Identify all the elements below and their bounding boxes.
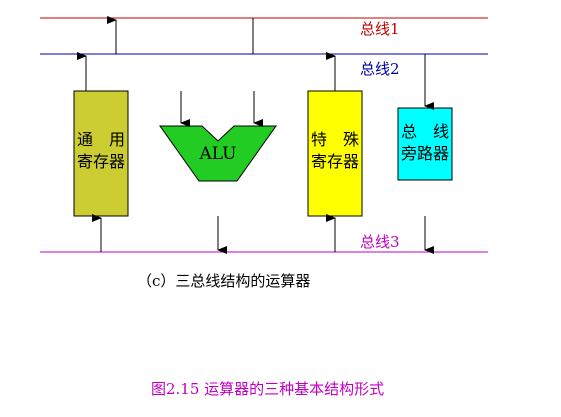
general-registers-label-line-2: 寄存器: [76, 152, 125, 171]
subcaption: （c）三总线结构的运算器: [137, 272, 311, 290]
figure-caption: 图2.15 运算器的三种基本结构形式: [151, 380, 385, 398]
special-registers-label-line-2: 寄存器: [310, 152, 359, 171]
special-registers-label-line-1: 特 殊: [310, 130, 359, 149]
special-registers-label: 特 殊 寄存器: [308, 129, 362, 173]
bus-bypass-label: 总 线 旁路器: [398, 121, 452, 165]
three-bus-alu-diagram: [40, 16, 488, 254]
general-registers-label-line-1: 通 用: [76, 130, 125, 149]
bus-3-label: 总线3: [360, 233, 400, 251]
bus-bypass-label-line-2: 旁路器: [400, 144, 449, 163]
bus-bypass-label-line-1: 总 线: [400, 122, 449, 141]
bus-2-label: 总线2: [360, 60, 400, 78]
alu-label: ALU: [199, 144, 237, 164]
bus-1-label: 总线1: [360, 20, 400, 38]
general-registers-label: 通 用 寄存器: [74, 129, 128, 173]
